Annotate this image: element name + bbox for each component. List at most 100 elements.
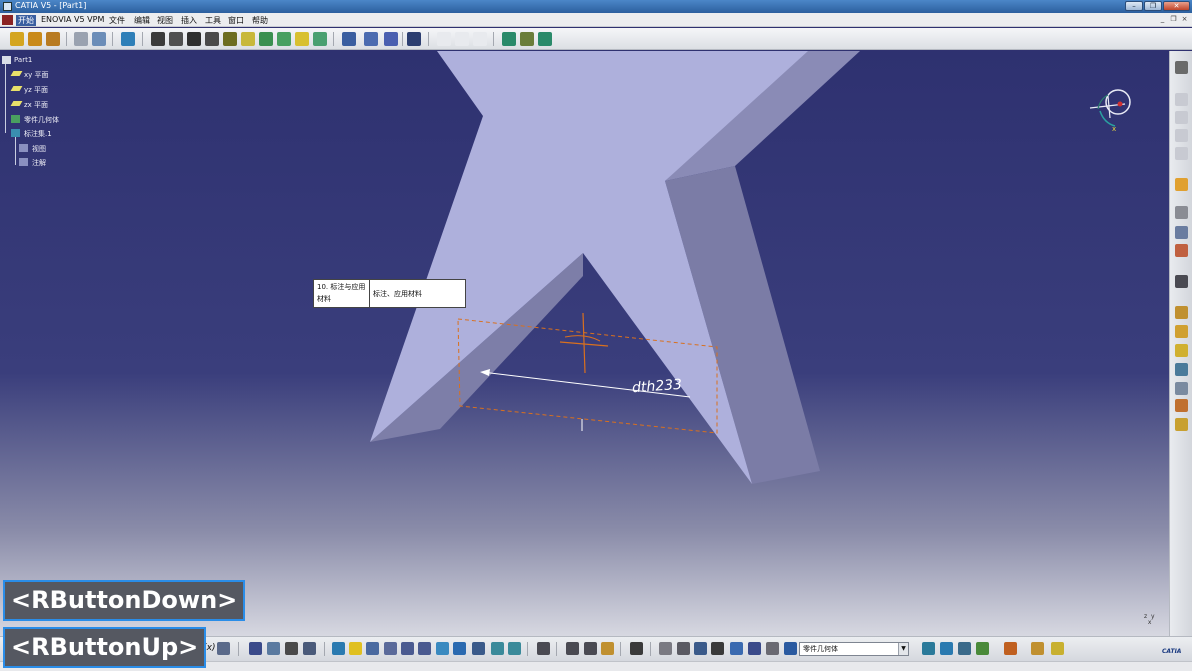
view-front-icon[interactable] — [1175, 93, 1188, 106]
catia-app-icon[interactable] — [3, 2, 12, 11]
tolerance-icon[interactable] — [277, 32, 291, 46]
solid-icon[interactable] — [1175, 306, 1188, 319]
bottle-icon[interactable] — [601, 642, 614, 655]
measure-icon[interactable] — [520, 32, 534, 46]
roughness-icon[interactable] — [295, 32, 309, 46]
minimize-button[interactable]: – — [1125, 1, 1143, 11]
box-icon[interactable] — [1175, 325, 1188, 338]
publish-icon[interactable] — [1031, 642, 1044, 655]
update-icon[interactable] — [659, 642, 672, 655]
menu-file[interactable]: 文件 — [109, 15, 125, 26]
close-button[interactable]: ✕ — [1163, 1, 1190, 11]
print-icon[interactable] — [537, 642, 550, 655]
view-back-icon[interactable] — [1175, 111, 1188, 124]
point-icon[interactable] — [437, 32, 451, 46]
new-icon[interactable] — [10, 32, 24, 46]
constraint-icon[interactable] — [342, 32, 356, 46]
current-body-icon[interactable] — [784, 642, 797, 655]
swap-space-icon[interactable] — [508, 642, 521, 655]
zoom-icon[interactable] — [1175, 226, 1188, 239]
3d-viewport[interactable]: dth233 x Part1 xy 平面 yz 平面 zx 平面 零件几何体 标… — [0, 51, 1169, 636]
menu-tools[interactable]: 工具 — [205, 15, 221, 26]
zoom-in-icon[interactable] — [401, 642, 414, 655]
render-icon[interactable] — [958, 642, 971, 655]
geometry-icon[interactable] — [364, 32, 378, 46]
iso-view-icon[interactable] — [453, 642, 466, 655]
menu-enovia[interactable]: ENOVIA V5 VPM — [41, 15, 104, 24]
layers-icon[interactable] — [121, 32, 135, 46]
axis-system-icon[interactable] — [694, 642, 707, 655]
coordinates-icon[interactable] — [748, 642, 761, 655]
datum-icon[interactable] — [259, 32, 273, 46]
table-icon[interactable] — [249, 642, 262, 655]
fly-icon[interactable] — [332, 642, 345, 655]
menu-bar: 开始 ENOVIA V5 VPM 文件 编辑 视图 插入 工具 窗口 帮助 _ … — [0, 13, 1192, 27]
dimension-icon[interactable] — [223, 32, 237, 46]
tree-expand-icon[interactable] — [267, 642, 280, 655]
section-icon[interactable] — [205, 32, 219, 46]
flag-note-icon[interactable] — [241, 32, 255, 46]
measure-item-icon[interactable] — [584, 642, 597, 655]
mdi-close-button[interactable]: × — [1180, 15, 1189, 24]
knowledge-icon[interactable] — [285, 642, 298, 655]
grid-icon[interactable] — [384, 32, 398, 46]
maximize-button[interactable]: ❐ — [1144, 1, 1162, 11]
shading-icon[interactable] — [472, 642, 485, 655]
menu-start[interactable]: 开始 — [16, 15, 36, 26]
rotate-icon[interactable] — [384, 642, 397, 655]
sketch-icon[interactable] — [151, 32, 165, 46]
menu-window[interactable]: 窗口 — [228, 15, 244, 26]
prism-icon[interactable] — [1175, 344, 1188, 357]
paint-icon[interactable] — [1004, 642, 1017, 655]
capture-tool-icon[interactable] — [1175, 244, 1188, 257]
cut-icon[interactable] — [74, 32, 88, 46]
chevron-down-icon[interactable]: ▼ — [898, 643, 908, 655]
plane-icon[interactable] — [473, 32, 487, 46]
mdi-restore-button[interactable]: ❐ — [1169, 15, 1178, 24]
surface-icon[interactable] — [1175, 363, 1188, 376]
hide-show-icon[interactable] — [491, 642, 504, 655]
workbench-icon[interactable] — [1175, 61, 1188, 74]
line-icon[interactable] — [455, 32, 469, 46]
zoom-out-icon[interactable] — [418, 642, 431, 655]
text-annotation-icon[interactable] — [169, 32, 183, 46]
manipulator-icon[interactable] — [677, 642, 690, 655]
menu-edit[interactable]: 编辑 — [134, 15, 150, 26]
fit-all-icon[interactable] — [349, 642, 362, 655]
globe-icon[interactable] — [502, 32, 516, 46]
view-right-icon[interactable] — [1175, 147, 1188, 160]
menu-view[interactable]: 视图 — [157, 15, 173, 26]
capture-icon[interactable] — [313, 32, 327, 46]
view-icon[interactable] — [187, 32, 201, 46]
mdi-minimize-button[interactable]: _ — [1158, 15, 1167, 24]
material-icon[interactable] — [1175, 418, 1188, 431]
current-body-select[interactable]: 零件几何体 ▼ — [799, 642, 909, 656]
measure-between-icon[interactable] — [566, 642, 579, 655]
sheet-icon[interactable] — [1175, 382, 1188, 395]
view-left-icon[interactable] — [1175, 129, 1188, 142]
catia-logo-icon[interactable] — [2, 15, 13, 25]
light-icon[interactable] — [976, 642, 989, 655]
decimal-icon[interactable] — [711, 642, 724, 655]
properties-icon[interactable] — [766, 642, 779, 655]
texture-icon[interactable] — [922, 642, 935, 655]
catalog-icon[interactable] — [1051, 642, 1064, 655]
camera-icon[interactable] — [630, 642, 643, 655]
material-apply-icon[interactable] — [940, 642, 953, 655]
snap-icon[interactable] — [407, 32, 421, 46]
open-icon[interactable] — [28, 32, 42, 46]
text-tool-icon[interactable] — [1175, 206, 1188, 219]
normal-view-icon[interactable] — [436, 642, 449, 655]
pan-icon[interactable] — [366, 642, 379, 655]
layer-stack-icon[interactable] — [730, 642, 743, 655]
menu-help[interactable]: 帮助 — [252, 15, 268, 26]
globe-orbit-icon[interactable] — [1175, 399, 1188, 412]
parameters-icon[interactable] — [303, 642, 316, 655]
inertia-icon[interactable] — [538, 32, 552, 46]
comment-icon[interactable] — [217, 642, 230, 655]
save-icon[interactable] — [46, 32, 60, 46]
select-arrow-icon[interactable] — [1175, 178, 1188, 191]
edit-icon[interactable] — [1175, 275, 1188, 288]
copy-icon[interactable] — [92, 32, 106, 46]
menu-insert[interactable]: 插入 — [181, 15, 197, 26]
